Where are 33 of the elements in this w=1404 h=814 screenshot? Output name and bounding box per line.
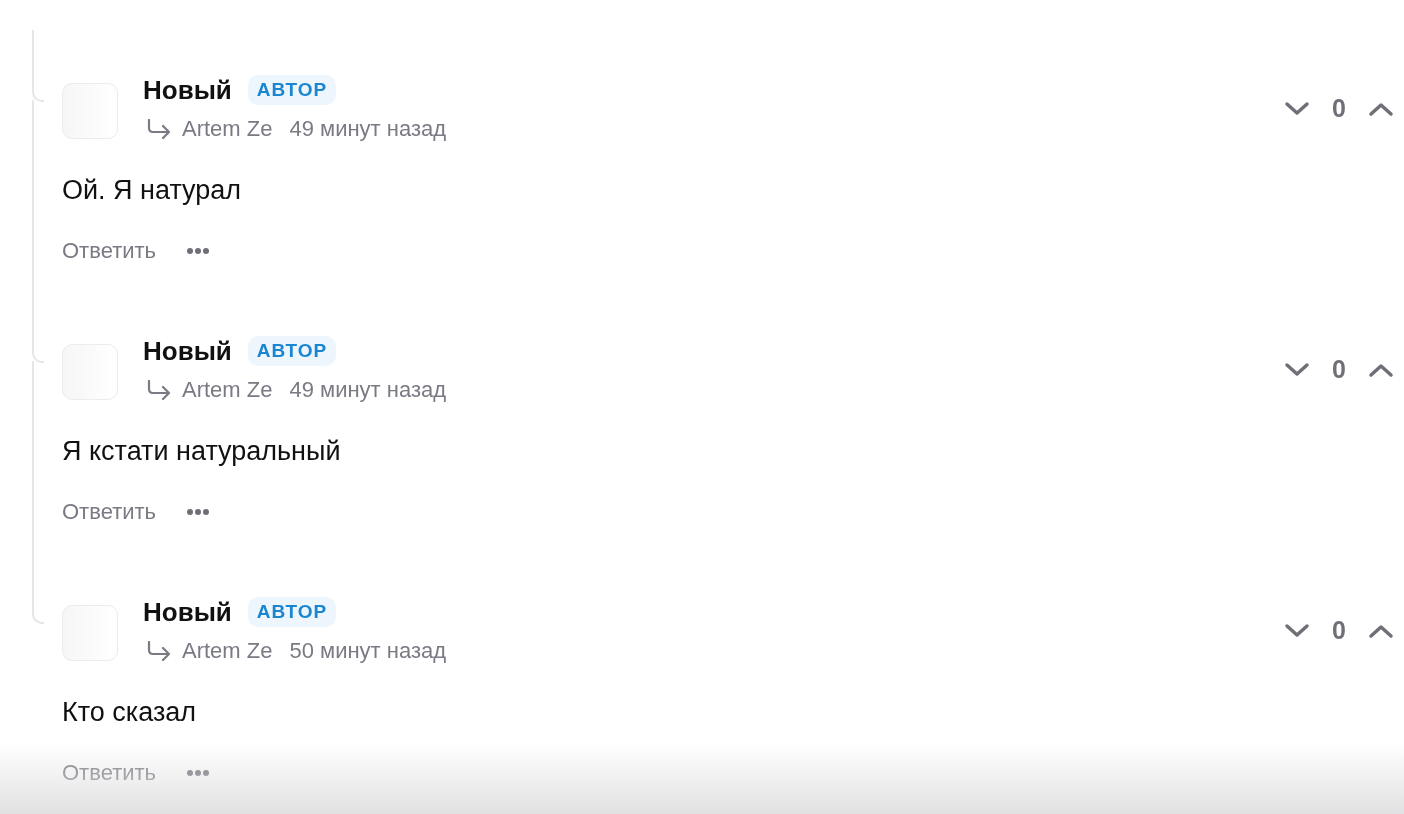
author-name[interactable]: Новый <box>143 596 232 628</box>
vote-score: 0 <box>1332 355 1346 384</box>
reply-button[interactable]: Ответить <box>62 238 157 264</box>
reply-arrow-icon <box>146 119 172 139</box>
comment-time: 49 минут назад <box>289 377 447 403</box>
comment-time: 50 минут назад <box>289 638 447 664</box>
reply-to-name[interactable]: Artem Ze <box>182 377 273 403</box>
chevron-down-icon[interactable] <box>1284 100 1311 117</box>
author-badge: АВТОР <box>247 75 337 105</box>
comment-text: Ой. Я натурал <box>62 174 243 207</box>
reply-to-name[interactable]: Artem Ze <box>182 116 273 142</box>
author-badge: АВТОР <box>247 597 337 627</box>
author-name[interactable]: Новый <box>143 74 232 106</box>
reply-arrow-icon <box>146 641 172 661</box>
chevron-down-icon[interactable] <box>1284 622 1311 639</box>
chevron-down-icon[interactable] <box>1284 361 1311 378</box>
comment-time: 49 минут назад <box>289 116 447 142</box>
vote-score: 0 <box>1332 94 1346 123</box>
reply-arrow-icon <box>146 380 172 400</box>
comment-text: Я кстати натуральный <box>62 435 342 468</box>
chevron-up-icon[interactable] <box>1368 100 1394 117</box>
chevron-up-icon[interactable] <box>1368 361 1394 378</box>
comment-text: Кто сказал <box>62 696 198 729</box>
chevron-up-icon[interactable] <box>1368 622 1394 639</box>
reply-button[interactable]: Ответить <box>62 760 157 786</box>
author-badge: АВТОР <box>247 336 337 366</box>
author-name[interactable]: Новый <box>143 335 232 367</box>
more-icon[interactable] <box>186 508 211 516</box>
more-icon[interactable] <box>186 247 211 255</box>
reply-to-name[interactable]: Artem Ze <box>182 638 273 664</box>
reply-button[interactable]: Ответить <box>62 499 157 525</box>
vote-score: 0 <box>1332 616 1346 645</box>
more-icon[interactable] <box>186 769 211 777</box>
